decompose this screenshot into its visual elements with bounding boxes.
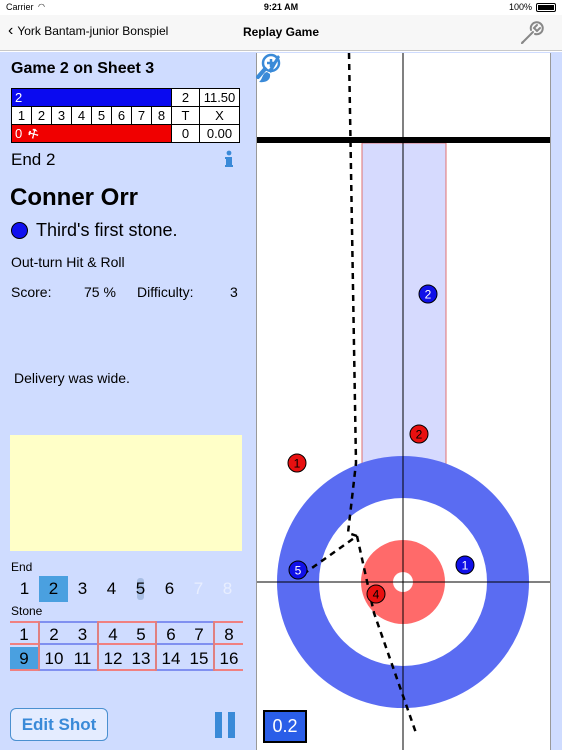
stone-description-text: Third's first stone. <box>36 220 178 240</box>
stone-selector-label: Stone <box>11 604 43 618</box>
stone-description: Third's first stone. <box>11 220 177 241</box>
stone-option[interactable]: 7 <box>185 621 213 645</box>
stone-option[interactable]: 4 <box>99 621 127 645</box>
red-team-cell: 0 ⚒ <box>11 124 172 143</box>
stone-option[interactable]: 14 <box>157 647 185 671</box>
stone-option-selected[interactable]: 9 <box>10 647 38 671</box>
stone-selector: 1 2 3 4 5 6 7 8 9 10 11 12 13 14 15 16 <box>10 621 243 671</box>
wrench-icon[interactable] <box>518 19 546 47</box>
shot-panel: Game 2 on Sheet 3 2 2 11.50 1 2 3 4 5 6 … <box>0 52 251 750</box>
status-bar: Carrier ◠ 9:21 AM 100% <box>0 0 562 15</box>
end-number: 5 <box>91 106 112 125</box>
stone-option[interactable]: 1 <box>10 621 38 645</box>
blue-total: 2 <box>171 88 200 107</box>
red-total: 0 <box>171 124 200 143</box>
end-option[interactable]: 6 <box>155 576 184 602</box>
end-option[interactable]: 4 <box>97 576 126 602</box>
end-number: 7 <box>131 106 152 125</box>
zoom-in-icon[interactable] <box>256 53 282 81</box>
stone: 1 <box>287 453 307 473</box>
stone-number: 2 <box>416 428 423 442</box>
speed-display[interactable]: 0.2 <box>263 710 307 743</box>
shot-corridor <box>361 142 447 465</box>
end-option[interactable]: 5 <box>126 576 155 602</box>
notes-area[interactable] <box>10 435 242 551</box>
current-end-label: End 2 <box>11 150 56 169</box>
stone-option[interactable]: 5 <box>127 621 155 645</box>
end-numbers-row: 1 2 3 4 5 6 7 8 T X <box>11 106 240 125</box>
stone: 5 <box>288 560 308 580</box>
end-option[interactable]: 3 <box>68 576 97 602</box>
end-number: 8 <box>151 106 172 125</box>
stone-option[interactable]: 10 <box>40 647 68 671</box>
clock: 9:21 AM <box>263 2 299 12</box>
nav-bar: ‹ York Bantam-junior Bonspiel Replay Gam… <box>0 15 562 51</box>
end-number: 2 <box>31 106 52 125</box>
end-option-label: 5 <box>135 579 146 598</box>
end-number: 1 <box>11 106 32 125</box>
stone-option[interactable]: 2 <box>40 621 68 645</box>
stone: 2 <box>409 424 429 444</box>
battery-percent: 100% <box>508 2 532 12</box>
sheet-drawing: 2 2 1 5 1 4 <box>256 53 551 750</box>
stone-number: 4 <box>373 588 380 602</box>
end-option-selected[interactable]: 2 <box>39 576 68 602</box>
red-team-row: 0 ⚒ 0 0.00 <box>11 124 240 143</box>
score-value: 75 % <box>84 284 116 300</box>
end-number: 6 <box>111 106 132 125</box>
sheet-panel: 2 2 1 5 1 4 0.2 <box>251 52 562 750</box>
end-option-disabled: 8 <box>222 579 233 598</box>
stone-option[interactable]: 3 <box>68 621 97 645</box>
stone-option[interactable]: 11 <box>68 647 97 671</box>
end-option-disabled: 7 <box>193 579 204 598</box>
info-icon[interactable] <box>222 150 236 168</box>
stone-option[interactable]: 6 <box>157 621 185 645</box>
stone-color-dot <box>11 222 28 239</box>
stone-number: 1 <box>294 457 301 471</box>
stone-option[interactable]: 8 <box>215 621 243 645</box>
stone-option[interactable]: 15 <box>185 647 213 671</box>
scoreboard: 2 2 11.50 1 2 3 4 5 6 7 8 T X 0 ⚒ 0 0.00 <box>11 88 240 143</box>
stone: 2 <box>418 284 438 304</box>
stone-number: 2 <box>425 288 432 302</box>
stone-option[interactable]: 16 <box>215 647 243 671</box>
shot-comment: Delivery was wide. <box>14 370 130 386</box>
end-selector: 1 2 3 4 5 6 7 8 <box>10 576 242 602</box>
end-selector-label: End <box>11 560 33 574</box>
chevron-left-icon: ‹ <box>8 22 14 39</box>
end-number: 3 <box>51 106 72 125</box>
stone-number: 5 <box>295 564 302 578</box>
player-name: Conner Orr <box>10 184 139 211</box>
end-option[interactable]: 1 <box>10 576 39 602</box>
back-label: York Bantam-junior Bonspiel <box>17 24 169 38</box>
pause-icon[interactable] <box>214 712 236 738</box>
edit-shot-button[interactable]: Edit Shot <box>10 708 108 741</box>
app-root: Carrier ◠ 9:21 AM 100% ‹ York Bantam-jun… <box>0 0 562 750</box>
time-header: X <box>199 106 240 125</box>
blue-team-score: 2 <box>11 88 172 107</box>
shot-type: Out-turn Hit & Roll <box>11 254 125 270</box>
curling-sheet[interactable]: 2 2 1 5 1 4 0.2 <box>256 53 551 750</box>
score-label: Score: <box>11 284 52 300</box>
difficulty-value: 3 <box>230 284 238 300</box>
end-number: 4 <box>71 106 92 125</box>
stone: 4 <box>366 584 386 604</box>
back-button[interactable]: ‹ York Bantam-junior Bonspiel <box>8 22 169 39</box>
hog-line <box>256 137 551 143</box>
stone: 1 <box>455 555 475 575</box>
game-title: Game 2 on Sheet 3 <box>11 60 155 77</box>
blue-time: 11.50 <box>199 88 240 107</box>
stone-option[interactable]: 12 <box>99 647 127 671</box>
hammer-icon: ⚒ <box>25 125 42 143</box>
red-time: 0.00 <box>199 124 240 143</box>
total-header: T <box>171 106 200 125</box>
blue-team-row: 2 2 11.50 <box>11 88 240 107</box>
difficulty-label: Difficulty: <box>137 284 194 300</box>
battery-icon <box>536 3 556 12</box>
red-team-score: 0 <box>15 126 23 141</box>
stone-number: 1 <box>462 559 469 573</box>
stone-option[interactable]: 13 <box>127 647 155 671</box>
